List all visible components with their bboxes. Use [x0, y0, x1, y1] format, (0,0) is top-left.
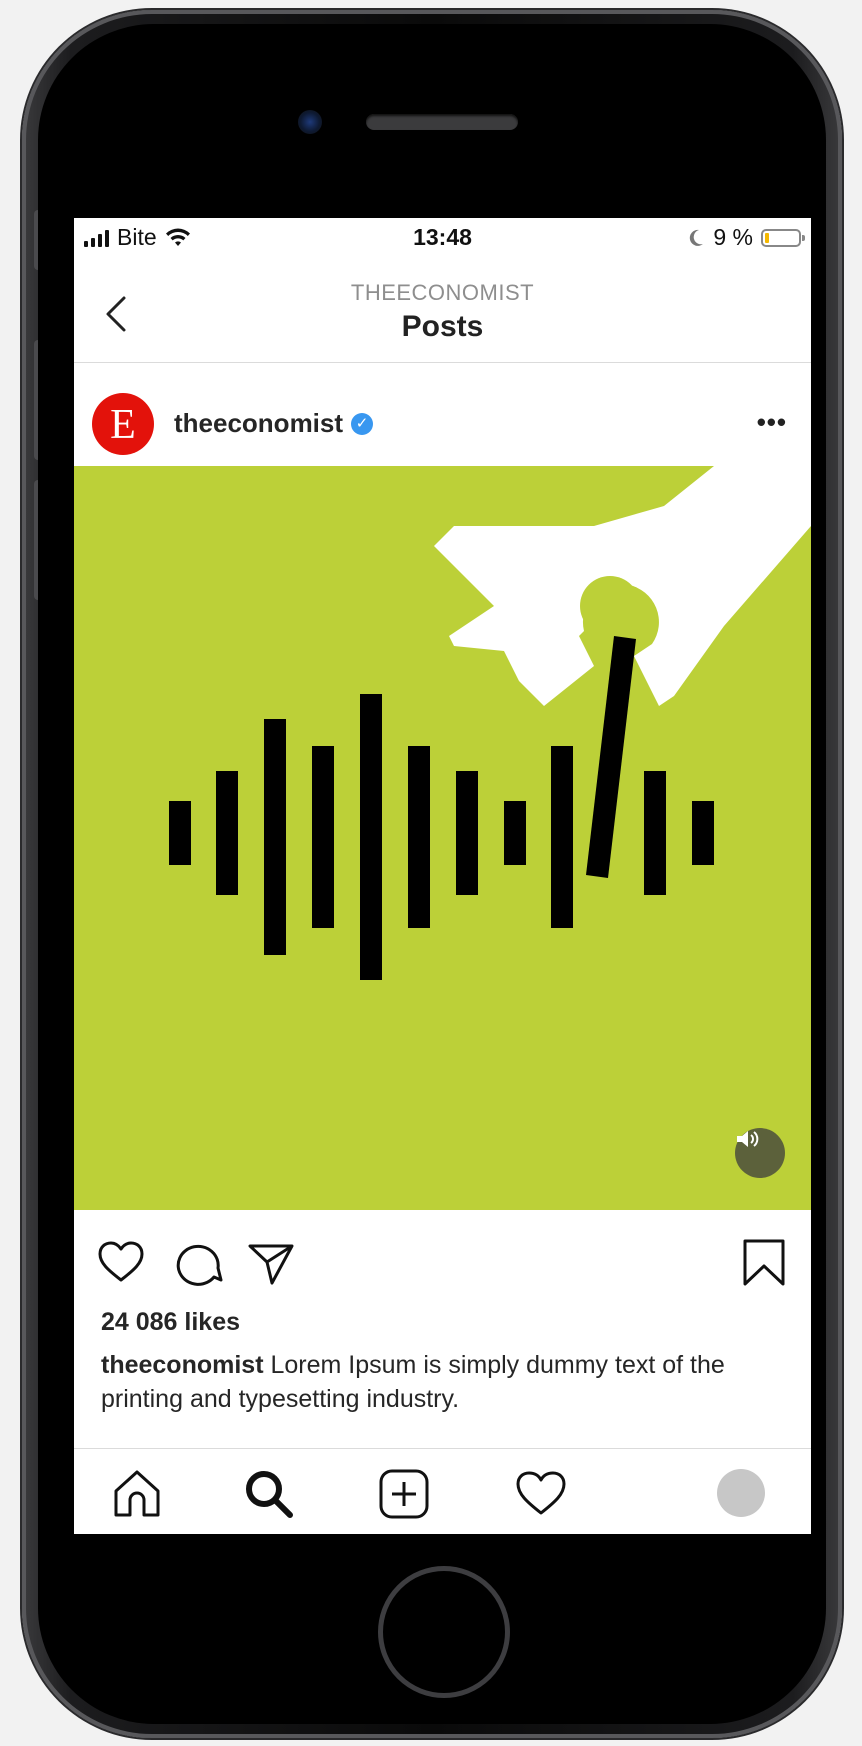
- bottom-tab-bar: [74, 1448, 811, 1534]
- page-title: Posts: [401, 310, 484, 343]
- activity-heart-icon[interactable]: [514, 1467, 568, 1521]
- status-bar: Bite 13:48 9 %: [74, 218, 811, 258]
- username-text[interactable]: theeconomist: [174, 408, 343, 439]
- status-right: 9 %: [687, 224, 805, 251]
- verified-badge-icon: ✓: [351, 412, 374, 435]
- post-media[interactable]: [74, 466, 811, 1210]
- profile-logo-avatar[interactable]: E: [92, 393, 154, 455]
- post-username[interactable]: theeconomist ✓: [174, 408, 374, 439]
- paper-plane-icon[interactable]: [246, 1238, 296, 1288]
- search-icon[interactable]: [242, 1467, 296, 1521]
- comment-icon[interactable]: [174, 1238, 224, 1288]
- battery-icon: [761, 228, 805, 247]
- nav-header: THEECONOMIST Posts: [74, 258, 811, 363]
- app-screen: Bite 13:48 9 % THEECONOMIST Posts E thee…: [74, 218, 811, 1534]
- post-caption: theeconomist Lorem Ipsum is simply dummy…: [101, 1348, 791, 1416]
- nav-account-name: THEECONOMIST: [350, 280, 535, 305]
- bookmark-icon[interactable]: [739, 1238, 789, 1288]
- heart-icon[interactable]: [96, 1238, 146, 1288]
- caption-username[interactable]: theeconomist: [101, 1351, 264, 1379]
- more-options-icon[interactable]: •••: [757, 407, 787, 438]
- speaker-icon[interactable]: [735, 1128, 785, 1178]
- profile-avatar[interactable]: [717, 1469, 765, 1517]
- home-hardware-button[interactable]: [378, 1566, 510, 1698]
- post-header: E theeconomist ✓ •••: [74, 363, 811, 483]
- likes-count[interactable]: 24 086 likes: [101, 1308, 240, 1337]
- plus-square-icon[interactable]: [377, 1467, 431, 1521]
- front-camera: [298, 110, 322, 134]
- post-actions: [74, 1228, 811, 1298]
- battery-percent: 9 %: [713, 224, 753, 250]
- earpiece-speaker: [366, 114, 518, 130]
- home-icon[interactable]: [110, 1467, 164, 1521]
- moon-icon: [690, 229, 704, 246]
- sound-wave-illustration: [169, 466, 811, 980]
